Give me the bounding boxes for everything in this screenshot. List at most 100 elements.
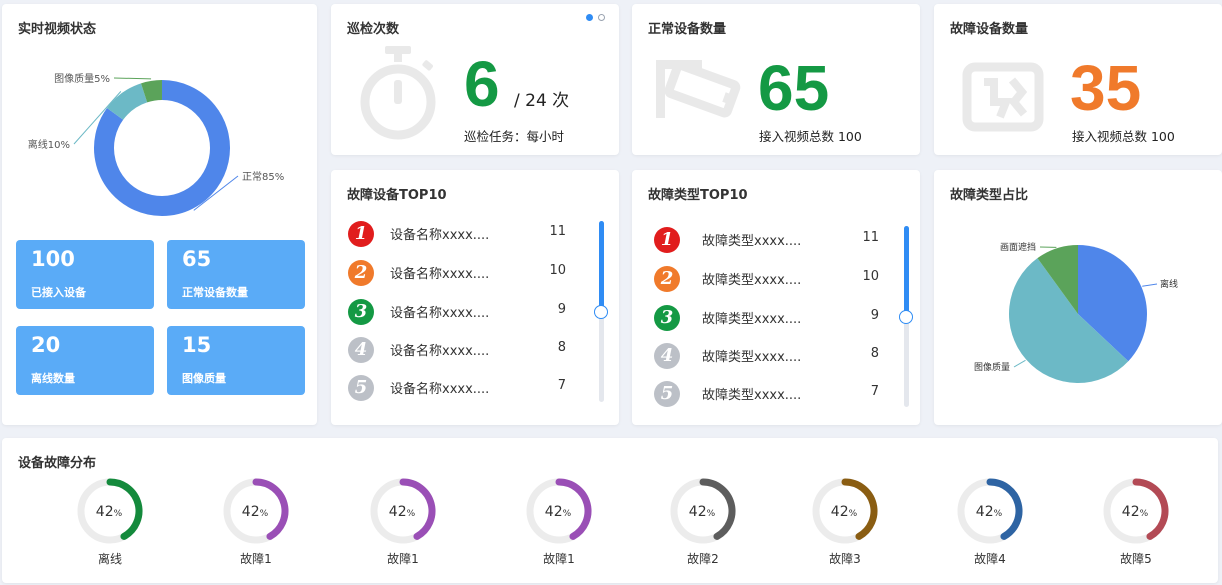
gauge-label: 故障2: [687, 552, 719, 566]
list-item[interactable]: 1 设备名称xxxx.... 11: [331, 218, 581, 248]
stat-offline-count[interactable]: 20 离线数量: [16, 326, 154, 395]
stat-value: 20: [31, 333, 61, 357]
device-fault-count: 11: [549, 224, 566, 239]
list-item[interactable]: 5 故障类型xxxx.... 7: [632, 378, 882, 408]
fault-distribution-gauge[interactable]: 42% 故障3: [800, 470, 890, 570]
top-devices-scroll-handle[interactable]: [594, 305, 608, 319]
inspection-total: / 24 次: [514, 91, 570, 111]
carousel-dot-inactive[interactable]: [598, 14, 605, 21]
stat-value: 100: [31, 247, 75, 271]
donut-segment[interactable]: [140, 80, 163, 103]
fault-distribution-gauge[interactable]: 42% 故障1: [358, 470, 448, 570]
list-item[interactable]: 1 故障类型xxxx.... 11: [632, 224, 882, 254]
list-item[interactable]: 2 故障类型xxxx.... 10: [632, 263, 882, 293]
fault-ratio-card: 故障类型占比 离线图像质量 画面遮挡: [934, 170, 1222, 425]
gauge-label: 故障1: [387, 552, 419, 566]
stat-label: 已接入设备: [31, 286, 86, 299]
scrollbar-fill: [904, 226, 909, 313]
faulty-devices-value: 35: [1070, 52, 1142, 124]
device-fault-count: 10: [549, 263, 566, 278]
rank-1-badge: 1: [654, 227, 680, 253]
gauge-ring: 42%: [812, 478, 878, 544]
donut-label: 离线10%: [28, 138, 70, 151]
rank-3-badge: 3: [348, 299, 374, 325]
realtime-status-donut-chart[interactable]: 正常85% 离线10% 图像质量5%: [2, 24, 317, 254]
stat-normal-devices[interactable]: 65 正常设备数量: [167, 240, 305, 309]
list-item[interactable]: 3 故障类型xxxx.... 9: [632, 302, 882, 332]
donut-label: 图像质量5%: [54, 73, 110, 85]
rank-5-badge: 5: [348, 375, 374, 401]
normal-devices-card: 正常设备数量 65 接入视频总数 100: [632, 4, 920, 155]
gauge-value: 42%: [545, 504, 572, 520]
gauge-value: 42%: [242, 504, 269, 520]
pie-label: 画面遮挡: [1000, 241, 1036, 253]
faulty-devices-card: 故障设备数量 35 接入视频总数 100: [934, 4, 1222, 155]
fault-distribution-gauge[interactable]: 42% 故障5: [1091, 470, 1181, 570]
fault-distribution-gauge[interactable]: 42% 故障4: [945, 470, 1035, 570]
gauge-label: 故障1: [543, 552, 575, 566]
normal-devices-value: 65: [758, 52, 830, 124]
top-devices-title: 故障设备TOP10: [347, 188, 447, 203]
scrollbar-fill: [599, 221, 604, 308]
device-name: 设备名称xxxx....: [390, 267, 490, 282]
list-item[interactable]: 4 故障类型xxxx.... 8: [632, 340, 882, 370]
pie-label: 离线: [1160, 278, 1178, 290]
device-name: 设备名称xxxx....: [390, 382, 490, 397]
broken-image-icon: [962, 62, 1044, 132]
list-item[interactable]: 5 设备名称xxxx.... 7: [331, 372, 581, 402]
inspection-count-value: 6: [464, 48, 500, 120]
fault-type-count: 11: [862, 230, 879, 245]
gauge-ring: 42%: [526, 478, 592, 544]
fault-type-count: 10: [862, 269, 879, 284]
list-item[interactable]: 4 设备名称xxxx.... 8: [331, 334, 581, 364]
top-types-scroll-handle[interactable]: [899, 310, 913, 324]
gauge-label: 故障3: [829, 552, 861, 566]
fault-distribution-card: 设备故障分布: [2, 438, 1218, 583]
fault-type-name: 故障类型xxxx....: [702, 350, 802, 365]
realtime-video-status-card: 实时视频状态 正常85% 离线10% 图像质量5% 100 已接入设备 65 正常设…: [2, 4, 317, 425]
normal-devices-footer: 接入视频总数 100: [759, 129, 862, 144]
inspection-task: 巡检任务：每小时: [464, 129, 565, 144]
fault-type-name: 故障类型xxxx....: [702, 234, 802, 249]
fault-distribution-gauge[interactable]: 42% 故障2: [658, 470, 748, 570]
list-item[interactable]: 2 设备名称xxxx.... 10: [331, 257, 581, 287]
device-fault-count: 8: [557, 340, 566, 355]
device-fault-count: 9: [557, 302, 566, 317]
inspection-count-card: 巡检次数 6 / 24 次 巡检任务：每小时: [331, 4, 619, 155]
list-item[interactable]: 3 设备名称xxxx.... 9: [331, 296, 581, 326]
gauge-ring: 42%: [670, 478, 736, 544]
gauge-value: 42%: [689, 504, 716, 520]
rank-4-badge: 4: [654, 343, 680, 369]
fault-ratio-pie-chart[interactable]: 离线图像质量 画面遮挡: [934, 210, 1222, 420]
stat-connected-devices[interactable]: 100 已接入设备: [16, 240, 154, 309]
gauge-ring: 42%: [77, 478, 143, 544]
carousel-dot-active[interactable]: [586, 14, 593, 21]
rank-3-badge: 3: [654, 305, 680, 331]
fault-distribution-gauge[interactable]: 42% 离线: [65, 470, 155, 570]
rank-2-badge: 2: [654, 266, 680, 292]
fault-type-name: 故障类型xxxx....: [702, 273, 802, 288]
gauge-value: 42%: [96, 504, 123, 520]
rank-1-badge: 1: [348, 221, 374, 247]
stat-value: 65: [182, 247, 212, 271]
device-name: 设备名称xxxx....: [390, 344, 490, 359]
pie-label: 图像质量: [974, 361, 1010, 373]
stat-image-quality[interactable]: 15 图像质量: [167, 326, 305, 395]
fault-distribution-gauge[interactable]: 42% 故障1: [211, 470, 301, 570]
fault-distribution-title: 设备故障分布: [18, 456, 97, 471]
stopwatch-icon: [360, 46, 436, 140]
pie-label-line: [1142, 283, 1158, 287]
donut-segment[interactable]: [106, 83, 148, 121]
normal-devices-title: 正常设备数量: [648, 22, 727, 37]
fault-type-count: 8: [870, 346, 879, 361]
gauge-label: 离线: [97, 552, 122, 566]
fault-ratio-title: 故障类型占比: [950, 188, 1029, 203]
faulty-devices-footer: 接入视频总数 100: [1072, 129, 1175, 144]
fault-type-name: 故障类型xxxx....: [702, 388, 802, 403]
gauge-label: 故障5: [1120, 552, 1152, 566]
fault-distribution-gauge[interactable]: 42% 故障1: [514, 470, 604, 570]
gauge-ring: 42%: [370, 478, 436, 544]
pie-label-line: [1013, 359, 1026, 368]
fault-type-count: 7: [870, 384, 879, 399]
faulty-devices-title: 故障设备数量: [950, 22, 1029, 37]
